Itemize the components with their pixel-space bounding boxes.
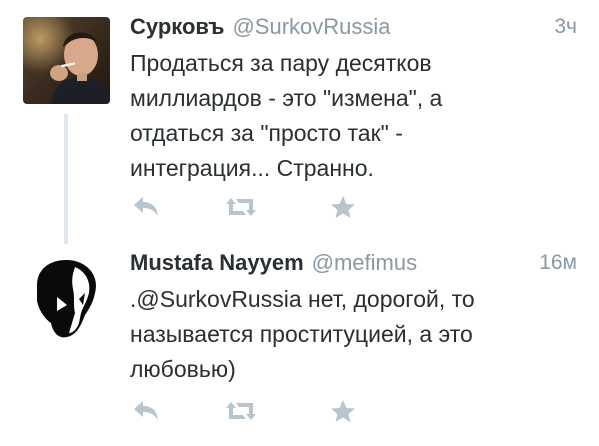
tweet[interactable]: Mustafa Nayyem @mefimus 16м .@SurkovRussi… bbox=[0, 236, 599, 446]
reply-button[interactable] bbox=[130, 193, 162, 221]
reply-icon bbox=[134, 197, 158, 216]
user-handle[interactable]: @mefimus bbox=[312, 250, 417, 275]
tweet-author[interactable]: Mustafa Nayyem @mefimus bbox=[130, 250, 417, 276]
retweet-icon bbox=[226, 198, 256, 216]
favorite-icon bbox=[331, 400, 355, 422]
avatar[interactable] bbox=[23, 17, 110, 104]
reply-icon bbox=[134, 401, 158, 420]
favorite-button[interactable] bbox=[327, 397, 359, 425]
tweet-author[interactable]: Сурковъ @SurkovRussia bbox=[130, 14, 391, 40]
tweet-timestamp[interactable]: 16м bbox=[539, 251, 577, 275]
retweet-icon bbox=[226, 402, 256, 420]
avatar[interactable] bbox=[23, 253, 110, 340]
favorite-icon bbox=[331, 196, 355, 218]
display-name[interactable]: Сурковъ bbox=[130, 14, 224, 39]
tweet-timestamp[interactable]: 3ч bbox=[554, 15, 577, 39]
retweet-button[interactable] bbox=[225, 397, 257, 425]
tweet-text: Продаться за пару десятков миллиардов - … bbox=[130, 50, 443, 181]
favorite-button[interactable] bbox=[327, 193, 359, 221]
reply-button[interactable] bbox=[130, 397, 162, 425]
tweet-actions bbox=[130, 193, 390, 221]
tweet[interactable]: Сурковъ @SurkovRussia 3ч Продаться за пар… bbox=[0, 0, 599, 236]
display-name[interactable]: Mustafa Nayyem bbox=[130, 250, 304, 275]
user-handle[interactable]: @SurkovRussia bbox=[232, 14, 390, 39]
tweet-actions bbox=[130, 397, 390, 425]
tweet-timeline: Сурковъ @SurkovRussia 3ч Продаться за пар… bbox=[0, 0, 599, 446]
tweet-text: .@SurkovRussia нет, дорогой, то называет… bbox=[130, 286, 475, 382]
retweet-button[interactable] bbox=[225, 193, 257, 221]
